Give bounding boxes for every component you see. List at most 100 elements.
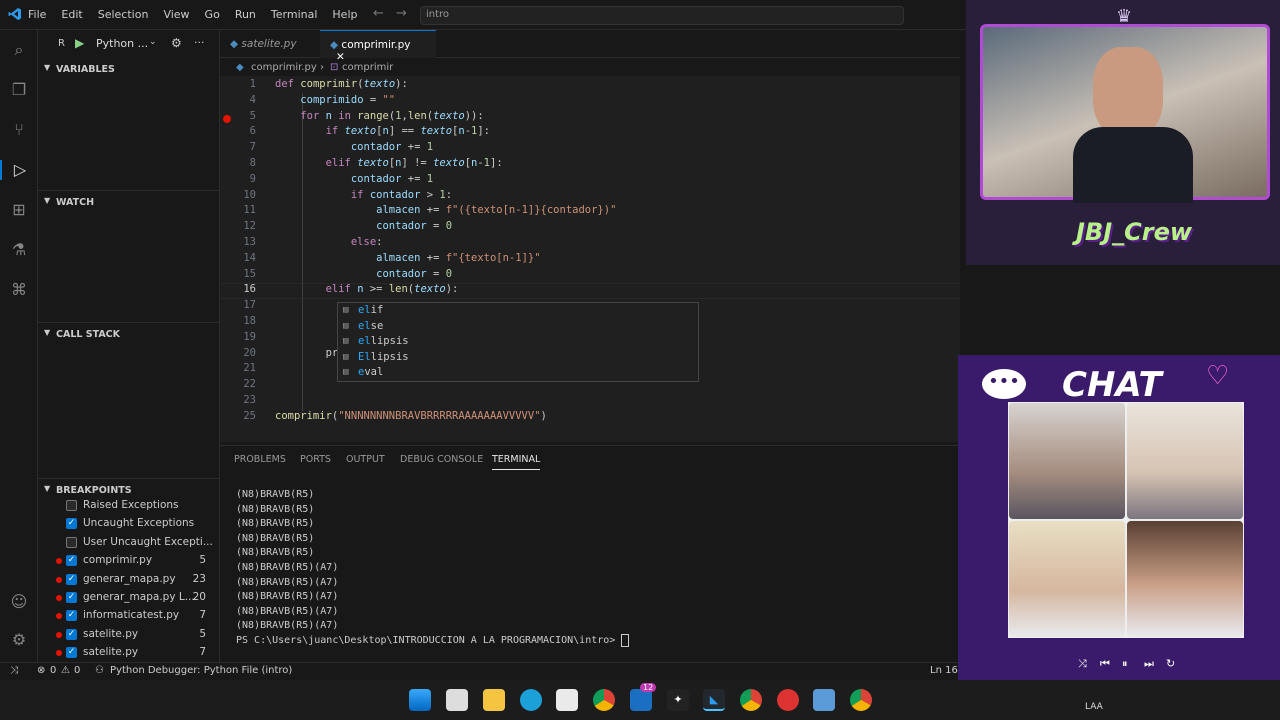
cursor-position[interactable]: Ln 16, xyxy=(930,665,961,676)
tab-ports[interactable]: PORTS xyxy=(300,454,331,465)
code-line[interactable]: def comprimir(texto): xyxy=(275,78,408,90)
command-center-search[interactable]: intro xyxy=(420,6,904,25)
menu-edit[interactable]: Edit xyxy=(61,8,82,21)
breakpoint-checkbox[interactable]: ✓ xyxy=(66,592,77,603)
call-stack-section-header[interactable]: ▼ CALL STACK xyxy=(38,322,220,344)
tab-comprimir[interactable]: ◆ comprimir.py ✕ xyxy=(320,30,436,63)
breakpoint-item[interactable]: ✓ Uncaught Exceptions xyxy=(38,515,220,533)
breakpoint-checkbox[interactable]: ✓ xyxy=(66,647,77,659)
code-line[interactable]: contador += 1 xyxy=(275,141,433,153)
menu-selection[interactable]: Selection xyxy=(98,8,149,21)
breakpoint-item[interactable]: User Uncaught Excepti... xyxy=(38,534,220,552)
terminal-output[interactable]: (N8)BRAVB(R5) (N8)BRAVB(R5) (N8)BRAVB(R5)(… xyxy=(236,488,630,649)
breadcrumb-symbol[interactable]: comprimir xyxy=(342,62,393,73)
app-icon[interactable] xyxy=(813,689,835,711)
tab-debug-console[interactable]: DEBUG CONSOLE xyxy=(400,454,483,465)
chrome-icon[interactable] xyxy=(850,689,872,711)
code-line[interactable]: almacen += f"{texto[n-1]}" xyxy=(275,252,540,264)
suggestion-item[interactable]: ▤ else xyxy=(338,319,698,335)
vscode-icon[interactable]: ◣ xyxy=(703,689,725,711)
menu-run[interactable]: Run xyxy=(235,8,256,21)
suggestion-item[interactable]: ▤ elif xyxy=(338,303,698,319)
code-line[interactable]: elif texto[n] != texto[n-1]: xyxy=(275,157,503,169)
edge-icon[interactable] xyxy=(520,689,542,711)
tab-satelite[interactable]: ◆ satelite.py xyxy=(220,30,320,58)
tab-terminal[interactable]: TERMINAL xyxy=(492,454,541,470)
code-line[interactable]: contador = 0 xyxy=(275,268,452,280)
file-explorer-icon[interactable] xyxy=(483,689,505,711)
back-arrow-icon[interactable]: ← xyxy=(373,6,384,21)
debugger-status[interactable]: Python Debugger: Python File (intro) xyxy=(110,665,292,676)
suggestion-item[interactable]: ▤ eval xyxy=(338,365,698,381)
tab-output[interactable]: OUTPUT xyxy=(346,454,385,465)
code-line[interactable]: pr xyxy=(275,347,339,359)
recorder-icon[interactable] xyxy=(777,689,799,711)
source-control-icon[interactable]: ⑂ xyxy=(9,120,29,140)
warning-icon[interactable]: ⚠ xyxy=(61,665,70,676)
tab-problems[interactable]: PROBLEMS xyxy=(234,454,286,465)
start-debugging-icon[interactable]: ▶ xyxy=(75,36,84,50)
breakpoint-item[interactable]: ✓ generar_mapa.py 23 xyxy=(38,571,220,589)
store-icon[interactable] xyxy=(556,689,578,711)
breakpoint-checkbox[interactable]: ✓ xyxy=(66,628,77,640)
windows-start-icon[interactable] xyxy=(409,689,431,711)
menu-view[interactable]: View xyxy=(163,8,189,21)
breakpoint-item[interactable]: ✓ comprimir.py 5 xyxy=(38,552,220,570)
tiktok-live-icon[interactable]: 12 xyxy=(630,683,657,711)
watch-section-header[interactable]: ▼ WATCH xyxy=(38,190,220,212)
code-line[interactable]: for n in range(1,len(texto)): xyxy=(275,110,483,122)
task-view-icon[interactable] xyxy=(446,689,468,711)
menu-go[interactable]: Go xyxy=(205,8,220,21)
chevron-down-icon[interactable]: ⌄ xyxy=(149,37,157,47)
code-line[interactable]: if contador > 1: xyxy=(275,189,452,201)
breakpoint-checkbox[interactable]: ✓ xyxy=(66,555,77,567)
code-line[interactable]: else: xyxy=(275,236,383,248)
search-icon[interactable]: ⌕ xyxy=(9,40,29,60)
breakpoint-item[interactable]: Raised Exceptions xyxy=(38,497,220,515)
breakpoint-item[interactable]: ✓ satelite.py 5 xyxy=(38,626,220,644)
remote-icon[interactable]: ⤨ xyxy=(10,665,18,676)
language-indicator[interactable]: LAA xyxy=(1085,702,1103,712)
error-icon[interactable]: ⊗ xyxy=(37,665,45,676)
chrome-icon[interactable] xyxy=(593,689,615,711)
autocomplete-suggestions[interactable]: ▤ elif ▤ else ▤ ellipsis ▤ Ellipsis ▤ eval xyxy=(337,302,699,382)
capcut-icon[interactable]: ✦ xyxy=(667,689,689,711)
account-icon[interactable]: ☺ xyxy=(9,592,29,612)
breakpoint-checkbox[interactable] xyxy=(66,500,77,511)
pause-icon[interactable]: ⏸ xyxy=(1122,657,1128,671)
previous-icon[interactable]: ⏮ xyxy=(1100,657,1110,671)
debug-settings-gear-icon[interactable]: ⚙ xyxy=(171,36,182,50)
chrome-profile-icon[interactable] xyxy=(740,689,762,711)
debug-config-select[interactable]: Python ... xyxy=(96,37,148,50)
suggestion-item[interactable]: ▤ Ellipsis xyxy=(338,350,698,366)
forward-arrow-icon[interactable]: → xyxy=(396,6,407,21)
shuffle-icon[interactable]: ⤨ xyxy=(1078,657,1087,671)
python-icon[interactable]: ⌘ xyxy=(9,280,29,300)
variables-section-header[interactable]: ▼ VARIABLES xyxy=(38,58,220,80)
more-actions-icon[interactable]: ··· xyxy=(194,36,205,49)
menu-file[interactable]: File xyxy=(28,8,46,21)
explorer-icon[interactable]: ❐ xyxy=(9,80,29,100)
extensions-icon[interactable]: ⊞ xyxy=(9,200,29,220)
repeat-icon[interactable]: ↻ xyxy=(1166,657,1175,670)
suggestion-item[interactable]: ▤ ellipsis xyxy=(338,334,698,350)
code-line[interactable]: contador += 1 xyxy=(275,173,433,185)
breadcrumb-file[interactable]: comprimir.py xyxy=(251,62,317,73)
code-line[interactable]: comprimido = "" xyxy=(275,94,395,106)
breakpoint-checkbox[interactable] xyxy=(66,536,77,548)
code-line[interactable]: almacen += f"({texto[n-1]}{contador})" xyxy=(275,204,616,216)
code-line[interactable]: comprimir("NNNNNNNNBRAVBRRRRRAAAAAAAVVVV… xyxy=(275,410,547,422)
next-icon[interactable]: ⏭ xyxy=(1144,657,1154,671)
breakpoint-item[interactable]: ✓ informaticatest.py 7 xyxy=(38,607,220,625)
menu-terminal[interactable]: Terminal xyxy=(271,8,318,21)
breakpoint-checkbox[interactable]: ✓ xyxy=(66,610,77,622)
testing-icon[interactable]: ⚗ xyxy=(9,240,29,260)
menu-help[interactable]: Help xyxy=(332,8,357,21)
breakpoint-item[interactable]: ✓ satelite.py 7 xyxy=(38,644,220,662)
code-editor[interactable]: 1 def comprimir(texto): 4 comprimido = "" 5… xyxy=(220,76,960,442)
run-debug-icon[interactable]: ▷ xyxy=(0,160,38,180)
breakpoint-checkbox[interactable]: ✓ xyxy=(66,573,77,585)
code-line[interactable]: elif n >= len(texto): xyxy=(275,283,459,295)
code-line[interactable]: if texto[n] == texto[n-1]: xyxy=(275,125,490,137)
breakpoint-item[interactable]: ✓ generar_mapa.py L... 20 xyxy=(38,589,220,607)
